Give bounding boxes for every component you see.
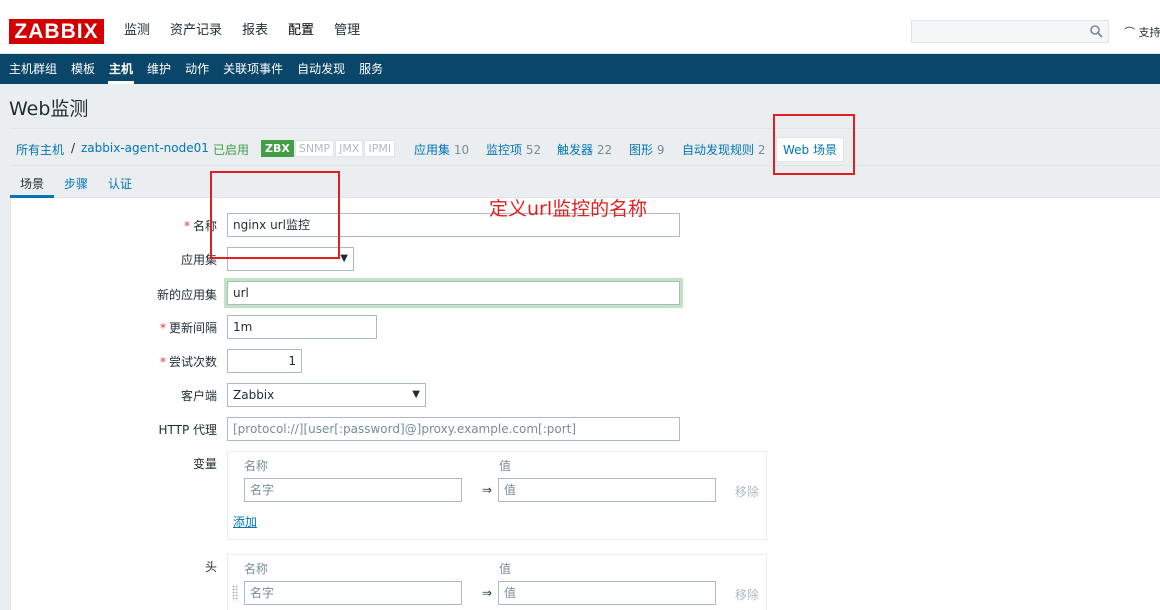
headers-col-name: 名称 bbox=[244, 562, 269, 576]
nav-monitoring[interactable]: 监测 bbox=[116, 20, 158, 42]
host-status[interactable]: 已启用 bbox=[213, 141, 249, 158]
subnav-event-correlation[interactable]: 关联项事件 bbox=[216, 54, 290, 84]
subnav-templates[interactable]: 模板 bbox=[64, 54, 102, 84]
header-value-input[interactable]: 值 bbox=[498, 581, 716, 605]
badge-snmp: SNMP bbox=[294, 140, 335, 157]
headers-label: 头 bbox=[204, 560, 217, 574]
attempts-input[interactable]: 1 bbox=[227, 349, 302, 373]
breadcrumb-host[interactable]: zabbix-agent-node01 bbox=[81, 141, 209, 155]
breadcrumb-triggers[interactable]: 触发器 22 bbox=[557, 141, 612, 158]
annotation-box-name bbox=[210, 171, 340, 259]
breadcrumb-separator: / bbox=[71, 141, 76, 155]
headers-table: 名称 值 名字 ⇒ 值 移除 bbox=[227, 554, 767, 610]
breadcrumb: 所有主机 / zabbix-agent-node01 已启用 ZBX SNMP … bbox=[10, 128, 1160, 166]
arrow-icon: ⇒ bbox=[482, 483, 493, 497]
tab-scenario[interactable]: 场景 bbox=[20, 175, 44, 192]
dropdown-arrow-icon: ▼ bbox=[412, 389, 420, 400]
top-bar: ZABBIX 监测 资产记录 报表 配置 管理 ⌒ 支持 bbox=[0, 0, 1160, 54]
dropdown-arrow-icon: ▼ bbox=[340, 253, 348, 264]
required-marker: * bbox=[183, 219, 190, 233]
breadcrumb-applications[interactable]: 应用集 10 bbox=[414, 141, 469, 158]
required-marker: * bbox=[159, 355, 166, 369]
breadcrumb-graphs[interactable]: 图形 9 bbox=[629, 141, 664, 158]
tab-authentication[interactable]: 认证 bbox=[108, 175, 132, 192]
header-name-input[interactable]: 名字 bbox=[244, 581, 462, 605]
breadcrumb-all-hosts[interactable]: 所有主机 bbox=[16, 141, 64, 158]
http-proxy-input[interactable]: [protocol://][user[:password]@]proxy.exa… bbox=[227, 417, 680, 441]
nav-configuration[interactable]: 配置 bbox=[280, 20, 322, 42]
sub-nav: 主机群组 模板 主机 维护 动作 关联项事件 自动发现 服务 bbox=[0, 54, 1160, 84]
agent-label: 客户端 bbox=[180, 389, 217, 403]
variable-remove-button[interactable]: 移除 bbox=[735, 483, 759, 500]
new-application-input[interactable]: url bbox=[227, 281, 680, 305]
drag-handle-icon[interactable] bbox=[232, 585, 238, 601]
interval-input[interactable]: 1m bbox=[227, 315, 377, 339]
breadcrumb-items[interactable]: 监控项 52 bbox=[486, 141, 541, 158]
interval-label: * 更新间隔 bbox=[159, 321, 217, 335]
scenario-form: * 名称 nginx url监控 应用集 ▼ 新的应用集 url * 更新间隔 1m… bbox=[10, 198, 1160, 610]
variables-table: 名称 值 名字 ⇒ 值 移除 添加 bbox=[227, 451, 767, 540]
http-proxy-label: HTTP 代理 bbox=[158, 423, 217, 437]
variable-name-input[interactable]: 名字 bbox=[244, 478, 462, 502]
variables-col-name: 名称 bbox=[244, 459, 269, 473]
subnav-services[interactable]: 服务 bbox=[352, 54, 390, 84]
support-link[interactable]: ⌒ 支持 bbox=[1124, 24, 1160, 40]
arrow-icon: ⇒ bbox=[482, 586, 493, 600]
attempts-label: * 尝试次数 bbox=[159, 355, 217, 369]
new-application-label: 新的应用集 bbox=[156, 288, 217, 302]
annotation-text: 定义url监控的名称 bbox=[489, 198, 648, 220]
zabbix-logo[interactable]: ZABBIX bbox=[9, 19, 104, 44]
search-input[interactable] bbox=[911, 20, 1109, 43]
nav-inventory[interactable]: 资产记录 bbox=[162, 20, 230, 42]
tab-steps[interactable]: 步骤 bbox=[64, 175, 88, 192]
search-icon[interactable] bbox=[1090, 25, 1103, 38]
header-remove-button[interactable]: 移除 bbox=[735, 586, 759, 603]
variables-col-value: 值 bbox=[499, 459, 512, 473]
required-marker: * bbox=[159, 321, 166, 335]
page-title: Web监测 bbox=[9, 98, 89, 120]
annotation-box-web-scenario bbox=[773, 114, 855, 175]
agent-select[interactable]: Zabbix ▼ bbox=[227, 383, 426, 407]
variables-label: 变量 bbox=[192, 457, 217, 471]
main-nav: 监测 资产记录 报表 配置 管理 bbox=[116, 20, 372, 42]
subnav-hosts[interactable]: 主机 bbox=[102, 54, 140, 84]
headset-icon: ⌒ bbox=[1124, 26, 1135, 39]
headers-col-value: 值 bbox=[499, 562, 512, 576]
subnav-host-groups[interactable]: 主机群组 bbox=[2, 54, 64, 84]
nav-administration[interactable]: 管理 bbox=[326, 20, 368, 42]
variable-value-input[interactable]: 值 bbox=[498, 478, 716, 502]
nav-reports[interactable]: 报表 bbox=[234, 20, 276, 42]
subnav-maintenance[interactable]: 维护 bbox=[140, 54, 178, 84]
badge-ipmi: IPMI bbox=[364, 140, 396, 157]
annotation-underline bbox=[226, 257, 262, 259]
variable-add-link[interactable]: 添加 bbox=[233, 513, 257, 530]
breadcrumb-discovery-rules[interactable]: 自动发现规则 2 bbox=[682, 141, 765, 158]
subnav-discovery[interactable]: 自动发现 bbox=[290, 54, 352, 84]
availability-badges: ZBX SNMP JMX IPMI bbox=[261, 140, 396, 157]
badge-jmx: JMX bbox=[335, 140, 364, 157]
badge-zbx: ZBX bbox=[261, 140, 294, 157]
subnav-actions[interactable]: 动作 bbox=[178, 54, 216, 84]
